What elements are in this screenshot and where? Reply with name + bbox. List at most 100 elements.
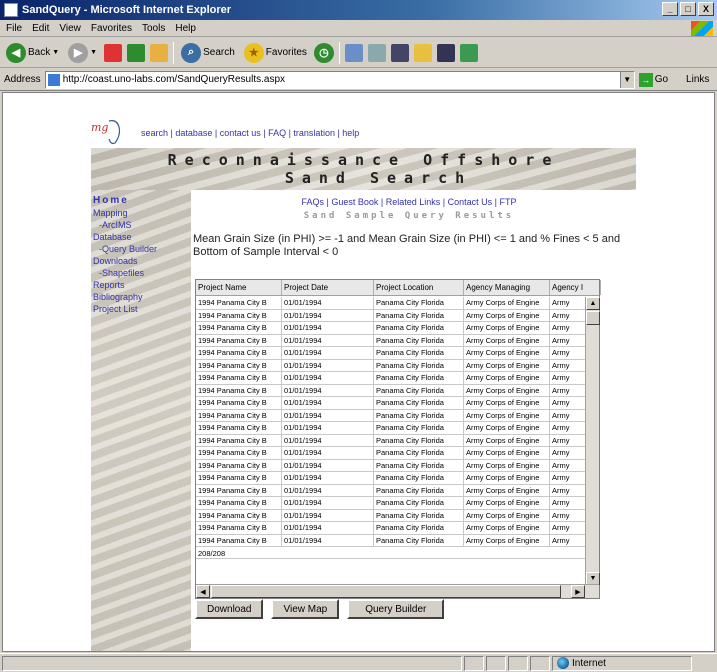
table-row[interactable]: 1994 Panama City B 01/01/1994 Panama City … (196, 484, 586, 497)
address-input[interactable]: http://coast.uno-labs.com/SandQueryResul… (44, 70, 635, 89)
table-cell: 01/01/1994 (282, 322, 374, 334)
table-row[interactable]: 1994 Panama City B 01/01/1994 Panama City … (196, 447, 586, 460)
edit-icon[interactable] (390, 43, 409, 62)
nav-arcims[interactable]: -ArcIMS (93, 219, 191, 231)
table-row[interactable]: 1994 Panama City B 01/01/1994 Panama City … (196, 472, 586, 485)
table-cell: 1994 Panama City B (196, 459, 282, 471)
tool-icon[interactable] (459, 43, 478, 62)
column-header[interactable]: Project Name (196, 280, 282, 295)
table-cell: Panama City Florida (374, 322, 464, 334)
table-row[interactable]: 1994 Panama City B 01/01/1994 Panama City … (196, 422, 586, 435)
table-row[interactable]: 1994 Panama City B 01/01/1994 Panama City … (196, 384, 586, 397)
menu-favorites[interactable]: Favorites (91, 23, 132, 34)
column-header[interactable]: Project Date (282, 280, 374, 295)
maximize-button[interactable]: □ (680, 2, 696, 16)
table-cell: Panama City Florida (374, 534, 464, 546)
table-cell: 01/01/1994 (282, 384, 374, 396)
search-button[interactable]: ⌕ Search (179, 41, 237, 65)
banner-title-line1: Reconnaissance Offshore (167, 151, 560, 169)
table-row[interactable]: 1994 Panama City B 01/01/1994 Panama City … (196, 509, 586, 522)
nav-downloads[interactable]: Downloads (93, 255, 191, 267)
table-row[interactable]: 1994 Panama City B 01/01/1994 Panama City … (196, 409, 586, 422)
top-links[interactable]: search | database | contact us | FAQ | t… (141, 128, 359, 138)
nav-reports[interactable]: Reports (93, 279, 191, 291)
column-header[interactable]: Agency I (550, 280, 601, 295)
table-row[interactable]: 1994 Panama City B 01/01/1994 Panama City … (196, 534, 586, 547)
menu-help[interactable]: Help (175, 23, 196, 34)
table-row[interactable]: 1994 Panama City B 01/01/1994 Panama City … (196, 497, 586, 510)
column-header[interactable]: Agency Managing (464, 280, 550, 295)
table-cell: Army Corps of Engine (464, 522, 550, 534)
history-icon[interactable]: ◷ (313, 42, 334, 63)
home-icon[interactable] (150, 43, 169, 62)
menu-file[interactable]: File (6, 23, 22, 34)
favorites-button[interactable]: ★ Favorites (242, 41, 309, 65)
table-row[interactable]: 1994 Panama City B 01/01/1994 Panama City … (196, 347, 586, 360)
nav-shapefiles[interactable]: -Shapefiles (93, 267, 191, 279)
table-cell: Army (550, 322, 586, 334)
nav-project-list[interactable]: Project List (93, 303, 191, 315)
page-viewport: mg search | database | contact us | FAQ … (2, 92, 715, 652)
table-cell: Army (550, 434, 586, 446)
vertical-scrollbar[interactable]: ▲ ▼ (585, 297, 600, 585)
table-cell: Panama City Florida (374, 384, 464, 396)
table-row[interactable]: 1994 Panama City B 01/01/1994 Panama City … (196, 372, 586, 385)
table-cell: Panama City Florida (374, 409, 464, 421)
results-grid[interactable]: Project Name Project Date Project Locati… (195, 279, 601, 599)
close-button[interactable]: X (698, 2, 714, 16)
toolbar: ◀ Back ▼ ▶ ▼ ⌕ Search ★ Favorites ◷ (0, 38, 717, 68)
scroll-left-icon[interactable]: ◀ (196, 585, 210, 598)
table-cell: 1994 Panama City B (196, 347, 282, 359)
site-logo: mg (91, 120, 121, 145)
grid-body: 1994 Panama City B 01/01/1994 Panama City … (196, 297, 586, 583)
table-row[interactable]: 1994 Panama City B 01/01/1994 Panama City … (196, 309, 586, 322)
scroll-thumb[interactable] (586, 311, 600, 325)
nav-database[interactable]: Database (93, 231, 191, 243)
refresh-icon[interactable] (127, 43, 146, 62)
back-button[interactable]: ◀ Back ▼ (4, 41, 61, 65)
view-map-button[interactable]: View Map (271, 599, 340, 619)
table-row[interactable]: 1994 Panama City B 01/01/1994 Panama City … (196, 434, 586, 447)
main-links[interactable]: FAQs | Guest Book | Related Links | Cont… (199, 197, 619, 207)
hscroll-thumb[interactable] (211, 585, 561, 598)
mail-icon[interactable] (344, 43, 363, 62)
table-cell: Army (550, 409, 586, 421)
nav-query-builder[interactable]: -Query Builder (93, 243, 191, 255)
horizontal-scrollbar[interactable]: ◀ ▶ (196, 584, 599, 598)
table-cell: Army Corps of Engine (464, 309, 550, 321)
status-segment (530, 655, 550, 671)
back-dropdown-icon: ▼ (52, 49, 60, 56)
nav-mapping[interactable]: Mapping (93, 207, 191, 219)
table-row[interactable]: 1994 Panama City B 01/01/1994 Panama City … (196, 322, 586, 335)
table-cell: 1994 Panama City B (196, 534, 282, 546)
messenger-icon[interactable] (436, 43, 455, 62)
table-row[interactable]: 1994 Panama City B 01/01/1994 Panama City … (196, 297, 586, 310)
stop-icon[interactable] (104, 43, 123, 62)
menu-view[interactable]: View (59, 23, 81, 34)
forward-button[interactable]: ▶ ▼ (66, 41, 99, 65)
minimize-button[interactable]: _ (662, 2, 678, 16)
go-button[interactable]: → Go (638, 72, 668, 87)
address-dropdown-icon[interactable]: ▼ (619, 71, 634, 88)
table-row[interactable]: 1994 Panama City B 01/01/1994 Panama City … (196, 459, 586, 472)
table-cell: Army Corps of Engine (464, 322, 550, 334)
table-row[interactable]: 1994 Panama City B 01/01/1994 Panama City … (196, 334, 586, 347)
links-label[interactable]: Links (686, 74, 709, 85)
table-cell: Panama City Florida (374, 422, 464, 434)
page-icon (47, 73, 60, 86)
download-button[interactable]: Download (195, 599, 264, 619)
scroll-right-icon[interactable]: ▶ (571, 585, 585, 598)
folder-icon[interactable] (413, 43, 432, 62)
table-row[interactable]: 1994 Panama City B 01/01/1994 Panama City … (196, 397, 586, 410)
column-header[interactable]: Project Location (374, 280, 464, 295)
table-cell: Panama City Florida (374, 334, 464, 346)
nav-bibliography[interactable]: Bibliography (93, 291, 191, 303)
query-builder-button[interactable]: Query Builder (347, 599, 445, 619)
table-row[interactable]: 1994 Panama City B 01/01/1994 Panama City … (196, 522, 586, 535)
nav-home[interactable]: Home (93, 195, 191, 207)
menu-edit[interactable]: Edit (32, 23, 49, 34)
table-row[interactable]: 1994 Panama City B 01/01/1994 Panama City … (196, 359, 586, 372)
scroll-up-icon[interactable]: ▲ (586, 297, 600, 310)
menu-tools[interactable]: Tools (142, 23, 165, 34)
print-icon[interactable] (367, 43, 386, 62)
